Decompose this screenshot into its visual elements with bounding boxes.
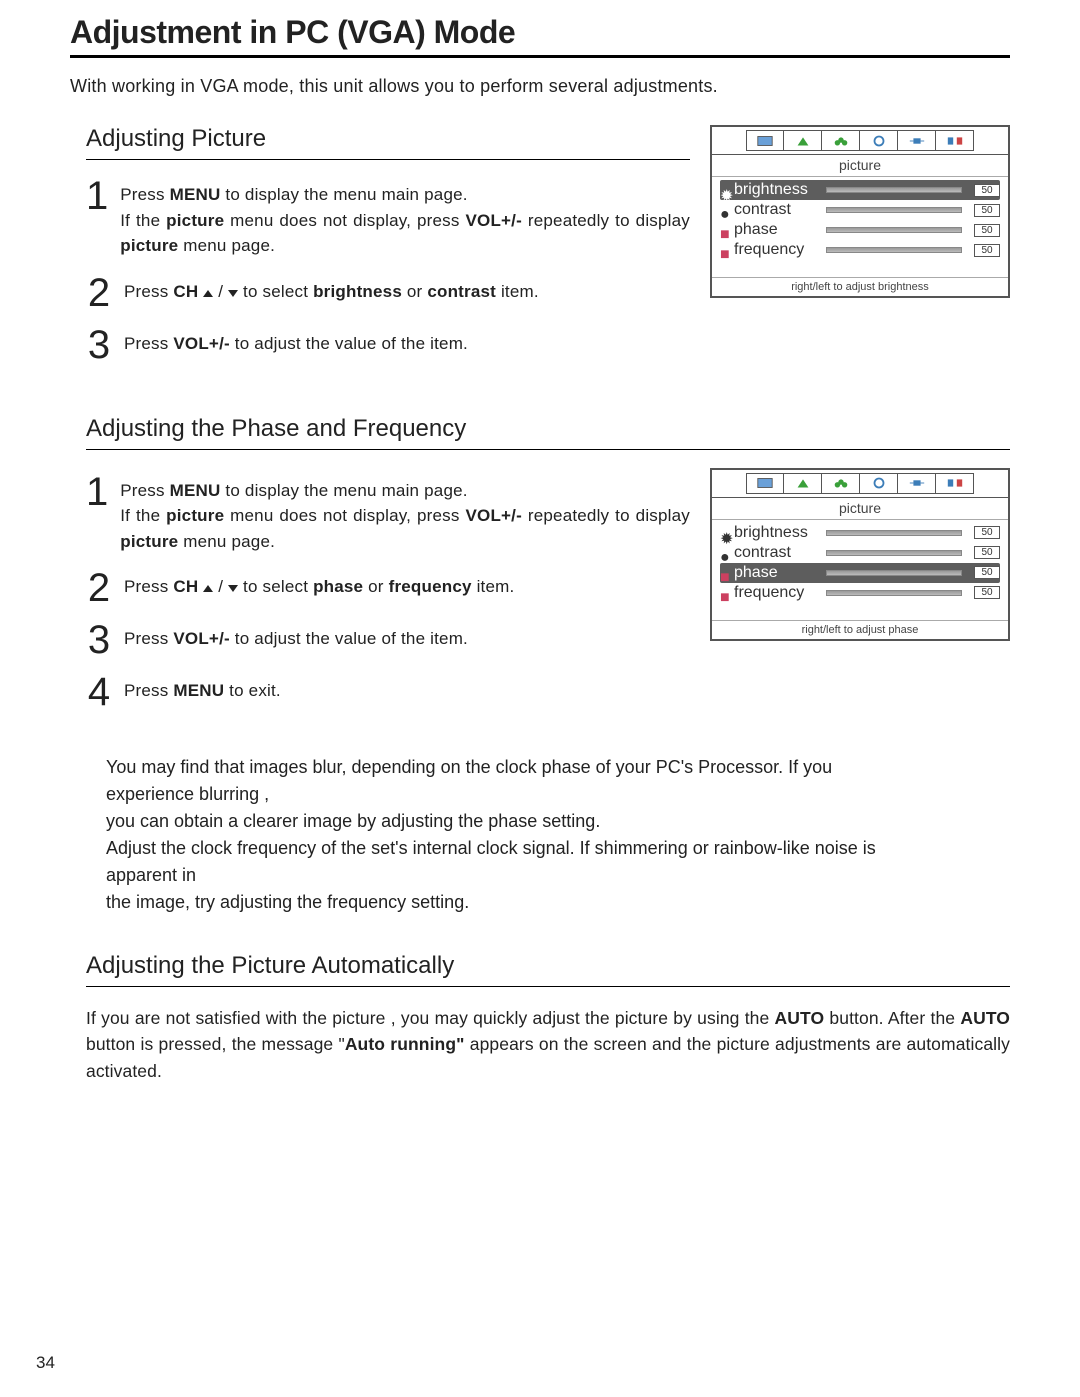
bullet-icon: ●	[720, 206, 728, 214]
section-heading: Adjusting the Picture Automatically	[86, 952, 1010, 980]
bullet-icon: ✹	[720, 186, 728, 194]
section-adjusting-picture: Adjusting Picture 1 Press MENU to displa…	[70, 125, 1010, 379]
bullet-icon: ■	[720, 569, 728, 577]
step-text: Press CH / to select brightness or contr…	[124, 275, 539, 305]
section-divider	[86, 986, 1010, 987]
bullet-icon: ●	[720, 549, 728, 557]
bullet-icon: ■	[720, 246, 728, 254]
chevron-down-icon	[228, 290, 238, 297]
section-adjusting-phase-frequency: Adjusting the Phase and Frequency 1 Pres…	[70, 415, 1010, 917]
osd-title: picture	[712, 155, 1008, 177]
section-heading: Adjusting the Phase and Frequency	[86, 415, 1010, 443]
step-text: Press MENU to display the menu main page…	[120, 178, 690, 259]
osd-title: picture	[712, 498, 1008, 520]
osd-slider	[826, 570, 962, 576]
step-number: 2	[86, 275, 112, 311]
auto-adjust-text: If you are not satisfied with the pictur…	[86, 1005, 1010, 1084]
osd-tab-bar	[712, 470, 1008, 498]
step-3: 3 Press VOL+/- to adjust the value of th…	[86, 622, 690, 658]
phase-frequency-notes: You may find that images blur, depending…	[106, 754, 916, 916]
osd-row-contrast: ● contrast 50	[720, 200, 1000, 220]
step-number: 3	[86, 622, 112, 658]
step-text: Press CH / to select phase or frequency …	[124, 570, 514, 600]
osd-slider	[826, 187, 962, 193]
title-divider	[70, 55, 1010, 58]
intro-text: With working in VGA mode, this unit allo…	[70, 76, 1010, 97]
osd-row-frequency: ■ frequency 50	[720, 583, 1000, 603]
step-2: 2 Press CH / to select phase or frequenc…	[86, 570, 690, 606]
step-number: 4	[86, 674, 112, 710]
osd-row-phase: ■ phase 50	[720, 563, 1000, 583]
osd-tab-icon	[822, 130, 860, 151]
osd-row-brightness: ✹ brightness 50	[720, 180, 1000, 200]
page-number: 34	[36, 1353, 55, 1373]
step-2: 2 Press CH / to select brightness or con…	[86, 275, 690, 311]
osd-row-brightness: ✹ brightness 50	[720, 523, 1000, 543]
osd-tab-icon	[936, 130, 974, 151]
osd-footer-hint: right/left to adjust phase	[712, 620, 1008, 639]
step-text: Press MENU to exit.	[124, 674, 281, 704]
section-divider	[86, 159, 690, 160]
osd-tab-icon	[784, 130, 822, 151]
step-text: Press VOL+/- to adjust the value of the …	[124, 622, 468, 652]
osd-slider	[826, 590, 962, 596]
osd-row-frequency: ■ frequency 50	[720, 240, 1000, 260]
section-auto-adjust: Adjusting the Picture Automatically If y…	[70, 952, 1010, 1084]
step-3: 3 Press VOL+/- to adjust the value of th…	[86, 327, 690, 363]
osd-tab-icon	[860, 130, 898, 151]
osd-figure-1: picture ✹ brightness 50 ● contrast 50	[710, 125, 1010, 298]
page-title: Adjustment in PC (VGA) Mode	[70, 14, 1010, 51]
osd-footer-hint: right/left to adjust brightness	[712, 277, 1008, 296]
bullet-icon: ■	[720, 589, 728, 597]
step-4: 4 Press MENU to exit.	[86, 674, 690, 710]
step-number: 1	[86, 178, 108, 214]
osd-row-phase: ■ phase 50	[720, 220, 1000, 240]
bullet-icon: ■	[720, 226, 728, 234]
osd-slider	[826, 247, 962, 253]
bullet-icon: ✹	[720, 529, 728, 537]
step-text: Press MENU to display the menu main page…	[120, 474, 690, 555]
osd-tab-icon	[898, 473, 936, 494]
osd-figure-2: picture ✹ brightness 50 ● contrast 50	[710, 468, 1010, 641]
step-1: 1 Press MENU to display the menu main pa…	[86, 178, 690, 259]
osd-tab-icon	[860, 473, 898, 494]
osd-slider	[826, 207, 962, 213]
osd-slider	[826, 227, 962, 233]
osd-row-contrast: ● contrast 50	[720, 543, 1000, 563]
osd-tab-icon	[746, 473, 784, 494]
osd-tab-icon	[784, 473, 822, 494]
step-1: 1 Press MENU to display the menu main pa…	[86, 474, 690, 555]
osd-tab-icon	[746, 130, 784, 151]
chevron-up-icon	[203, 585, 213, 592]
section-divider	[86, 449, 1010, 450]
section-heading: Adjusting Picture	[86, 125, 690, 153]
step-text: Press VOL+/- to adjust the value of the …	[124, 327, 468, 357]
chevron-down-icon	[228, 585, 238, 592]
osd-tab-bar	[712, 127, 1008, 155]
osd-slider	[826, 530, 962, 536]
step-number: 1	[86, 474, 108, 510]
osd-tab-icon	[898, 130, 936, 151]
step-number: 3	[86, 327, 112, 363]
osd-tab-icon	[936, 473, 974, 494]
osd-tab-icon	[822, 473, 860, 494]
chevron-up-icon	[203, 290, 213, 297]
step-number: 2	[86, 570, 112, 606]
osd-slider	[826, 550, 962, 556]
